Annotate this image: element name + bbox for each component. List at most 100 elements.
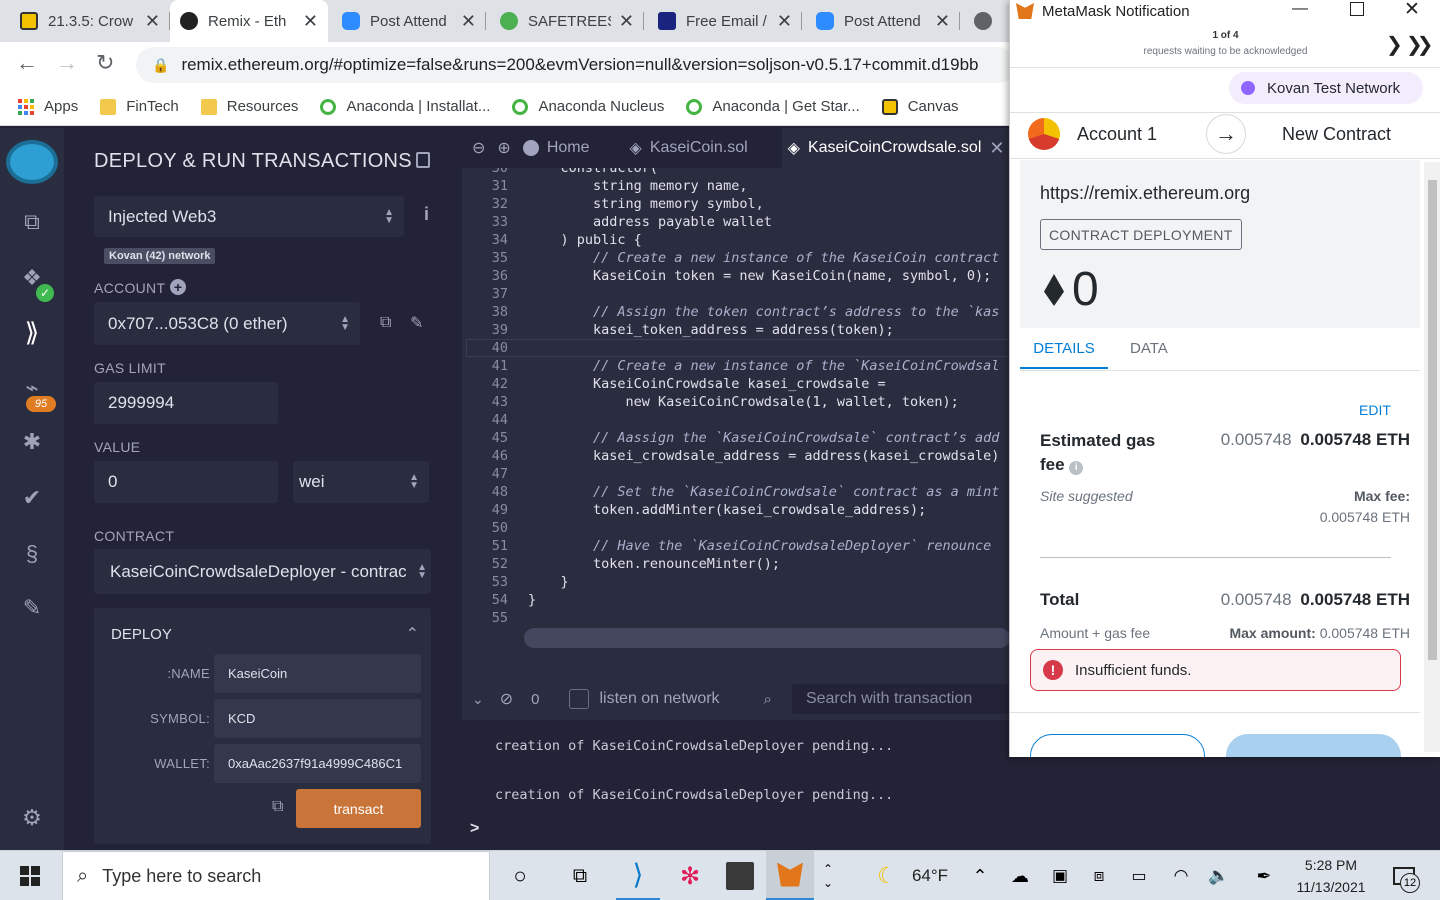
file-explorer-icon[interactable]: ⧉ xyxy=(18,208,46,236)
weather-moon-icon: ☾ xyxy=(877,863,897,888)
vscode-icon[interactable]: ⟩ xyxy=(616,851,660,900)
close-window-icon[interactable]: ✕ xyxy=(1404,0,1420,21)
value-unit-select[interactable]: wei ▲ ▼ xyxy=(293,461,429,503)
metamask-taskbar-icon[interactable] xyxy=(766,851,814,900)
snip-tool-icon[interactable]: ⧈ xyxy=(1086,851,1112,900)
close-tab-icon[interactable]: ✕ xyxy=(777,11,792,32)
gas-limit-input[interactable]: 2999994 xyxy=(94,382,278,424)
bookmark-anaconda-install[interactable]: Anaconda | Installat... xyxy=(320,98,490,115)
deploy-run-icon[interactable]: ⟫ xyxy=(18,318,46,346)
param-name-input[interactable]: KaseiCoin xyxy=(214,654,421,693)
browser-tab[interactable]: Post Attend ✕ xyxy=(806,0,960,42)
info-icon[interactable]: i xyxy=(1069,461,1084,475)
close-tab-icon[interactable]: ✕ xyxy=(303,11,318,32)
clear-console-icon[interactable]: ⊘ xyxy=(500,689,513,709)
environment-select[interactable]: Injected Web3 ▲ ▼ xyxy=(94,196,404,237)
collapse-chevron-icon[interactable]: ⌃ xyxy=(406,624,419,644)
estimated-gas-text: Estimated gas fee xyxy=(1040,431,1156,474)
bookmark-anaconda-nucleus[interactable]: Anaconda Nucleus xyxy=(512,98,664,115)
bookmark-canvas[interactable]: Canvas xyxy=(881,98,959,115)
volume-icon[interactable]: 🔈 xyxy=(1206,851,1232,900)
app-box-icon[interactable] xyxy=(720,851,760,900)
tab-details[interactable]: DETAILS xyxy=(1030,340,1098,357)
back-arrow-icon[interactable]: ← xyxy=(16,50,38,76)
reload-icon[interactable]: ↻ xyxy=(96,50,114,76)
tab-kaseicoin-crowdsale[interactable]: ◈ KaseiCoinCrowdsale.sol ✕ xyxy=(781,128,1011,168)
taskbar-overflow-chevron-icon[interactable]: ⌃ ⌄ xyxy=(818,851,838,900)
browser-tab[interactable]: Free Email / ✕ xyxy=(648,0,802,42)
taskbar-search[interactable]: ⌕ Type here to search xyxy=(62,851,490,900)
zoom-out-icon[interactable]: ⊖ xyxy=(472,138,485,158)
code-area[interactable]: 30 constructor(31 string memory name, 32 … xyxy=(462,168,1010,628)
line-number: 38 xyxy=(491,304,508,320)
transact-button[interactable]: transact xyxy=(296,789,421,828)
tab-home[interactable]: Home xyxy=(522,139,590,157)
forward-arrow-icon[interactable]: → xyxy=(56,50,78,76)
tab-kaseicoin[interactable]: ◈ KaseiCoin.sol xyxy=(630,138,748,158)
close-tab-icon[interactable]: ✕ xyxy=(619,11,634,32)
wifi-icon[interactable]: ◠ xyxy=(1168,851,1194,900)
editor-horizontal-scrollbar[interactable] xyxy=(524,628,1010,648)
value-input[interactable]: 0 xyxy=(94,461,278,503)
browser-tab[interactable]: N xyxy=(964,0,1010,42)
last-request-icon[interactable]: ❯❯ xyxy=(1406,32,1433,57)
edit-account-icon[interactable]: ✎ xyxy=(410,313,423,333)
unit-test-check-icon[interactable]: ✔ xyxy=(18,484,46,512)
task-view-icon[interactable]: ⧉ xyxy=(560,851,600,900)
next-request-icon[interactable]: ❯ xyxy=(1386,32,1403,57)
temperature[interactable]: 64°F xyxy=(910,851,950,900)
account-select[interactable]: 0x707...053C8 (0 ether) ▲ ▼ xyxy=(94,302,360,345)
plugin-manager-icon[interactable]: ✎ xyxy=(18,594,46,622)
close-tab-icon[interactable]: ✕ xyxy=(145,11,160,32)
copy-calldata-icon[interactable]: ⧉ xyxy=(272,798,283,816)
terminal-search-input[interactable]: Search with transaction xyxy=(791,684,1010,714)
confirm-button[interactable] xyxy=(1226,734,1401,757)
battery-icon[interactable]: ▭ xyxy=(1126,851,1152,900)
copy-address-icon[interactable]: ⧉ xyxy=(380,314,391,332)
hidden-icons-chevron-icon[interactable]: ⌃ xyxy=(968,851,992,900)
settings-gear-icon[interactable]: ⚙ xyxy=(18,804,46,832)
collapse-terminal-icon[interactable]: ⌄ xyxy=(472,691,484,708)
network-pill[interactable]: Kovan Test Network xyxy=(1229,72,1423,104)
bookmark-anaconda-get-started[interactable]: Anaconda | Get Star... xyxy=(686,98,860,115)
close-tab-icon[interactable]: ✕ xyxy=(989,138,1004,159)
browser-tab-active[interactable]: Remix - Eth ✕ xyxy=(170,0,328,42)
pen-icon[interactable]: ✒ xyxy=(1250,851,1278,900)
clock[interactable]: 5:28 PM 11/13/2021 xyxy=(1288,851,1374,900)
edit-gas-link[interactable]: EDIT xyxy=(1359,402,1391,418)
zoom-in-icon[interactable]: ⊕ xyxy=(497,138,510,158)
listen-network-checkbox[interactable] xyxy=(569,689,590,709)
reject-button[interactable] xyxy=(1030,734,1205,757)
bookmark-apps[interactable]: Apps xyxy=(18,98,78,115)
tab-data[interactable]: DATA xyxy=(1130,340,1168,357)
onedrive-cloud-icon[interactable]: ☁ xyxy=(1006,851,1034,900)
slack-icon[interactable]: ✻ xyxy=(668,851,712,900)
windows-start-icon[interactable] xyxy=(10,851,50,900)
bookmark-resources[interactable]: Resources xyxy=(200,98,298,115)
close-tab-icon[interactable]: ✕ xyxy=(935,11,950,32)
browser-tab[interactable]: 21.3.5: Crow ✕ xyxy=(10,0,170,42)
terminal-prompt[interactable]: > xyxy=(470,820,479,838)
param-wallet-input[interactable]: 0xaAac2637f91a4999C486C1 xyxy=(214,744,421,783)
contract-select[interactable]: KaseiCoinCrowdsaleDeployer - contrac ▲ ▼ xyxy=(94,549,431,594)
notifications-icon[interactable]: 12 xyxy=(1386,851,1422,900)
canvas-icon xyxy=(881,98,898,115)
info-icon[interactable]: i xyxy=(424,204,429,225)
scrollbar-thumb[interactable] xyxy=(1428,180,1437,660)
address-bar[interactable]: 🔒 remix.ethereum.org/#optimize=false&run… xyxy=(136,47,1016,83)
popup-scrollbar[interactable] xyxy=(1424,162,1440,752)
meet-now-icon[interactable]: ▣ xyxy=(1048,851,1072,900)
plugin-icon[interactable]: § xyxy=(18,540,46,568)
param-symbol-input[interactable]: KCD xyxy=(214,699,421,738)
maximize-icon[interactable] xyxy=(1350,2,1364,16)
close-tab-icon[interactable]: ✕ xyxy=(461,11,476,32)
cortana-icon[interactable]: ○ xyxy=(500,851,540,900)
remix-logo-icon[interactable] xyxy=(6,140,58,184)
debugger-bug-icon[interactable]: ✱ xyxy=(18,428,46,456)
bookmark-fintech[interactable]: FinTech xyxy=(100,98,179,115)
browser-tab[interactable]: SAFETREES ✕ xyxy=(490,0,644,42)
docs-book-icon[interactable] xyxy=(416,152,430,168)
add-account-plus-icon[interactable]: + xyxy=(170,279,186,295)
minimize-icon[interactable]: — xyxy=(1292,0,1308,18)
browser-tab[interactable]: Post Attend ✕ xyxy=(332,0,486,42)
